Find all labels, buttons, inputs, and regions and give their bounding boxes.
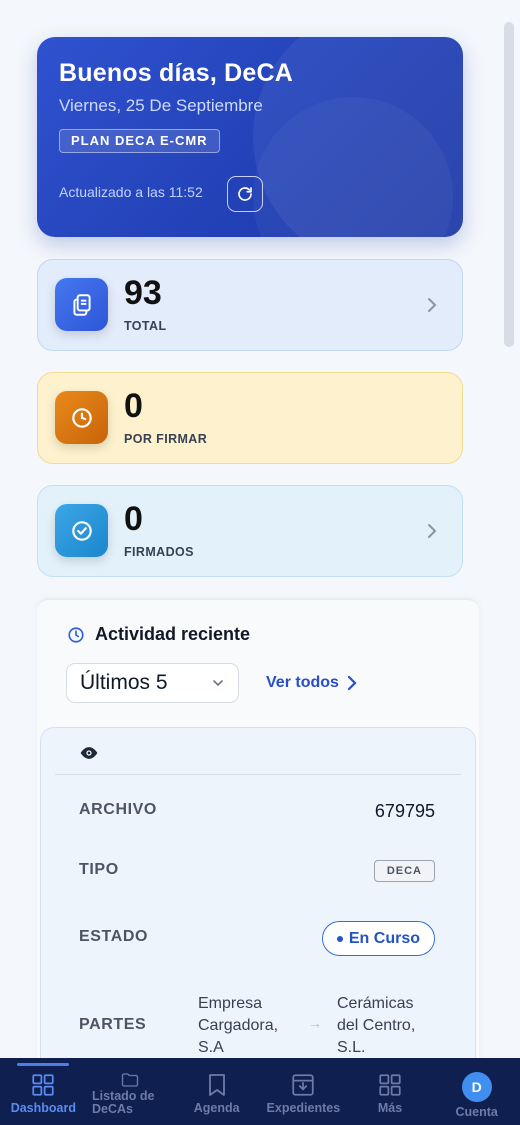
- divider: [55, 774, 461, 775]
- arrow-right-icon: →: [308, 1015, 322, 1031]
- estado-label: ESTADO: [79, 928, 149, 945]
- greeting-title: Buenos días, DeCA: [59, 59, 294, 87]
- nav-expedientes[interactable]: Expedientes: [260, 1058, 347, 1125]
- view-all-label: Ver todos: [266, 674, 339, 691]
- refresh-icon: [238, 187, 252, 201]
- stat-value: 0: [124, 500, 143, 538]
- scrollbar-thumb[interactable]: [504, 22, 514, 347]
- refresh-button[interactable]: [227, 176, 263, 212]
- chevron-right-icon: [347, 675, 357, 691]
- active-indicator: [17, 1063, 70, 1066]
- status-text: En Curso: [348, 929, 420, 947]
- view-all-link[interactable]: Ver todos: [266, 674, 357, 692]
- archive-icon: [292, 1074, 314, 1096]
- stat-value: 93: [124, 274, 162, 312]
- nav-label: Agenda: [193, 1101, 240, 1115]
- activity-header: Actividad reciente: [67, 624, 250, 645]
- select-value: Últimos 5: [80, 671, 168, 694]
- nav-label: Expedientes: [266, 1101, 341, 1115]
- tipo-badge: DECA: [373, 860, 435, 882]
- nav-cuenta[interactable]: D Cuenta: [433, 1058, 520, 1125]
- nav-label: Listado de DeCAs: [92, 1089, 155, 1116]
- nav-listado[interactable]: Listado de DeCAs: [87, 1058, 174, 1125]
- archivo-value: 679795: [374, 801, 435, 821]
- party-to: Cerámicas del Centro, S.L.: [337, 995, 416, 1056]
- status-dot: [336, 935, 343, 942]
- scrollbar[interactable]: [504, 22, 514, 1052]
- clock-icon: [55, 391, 108, 444]
- activity-record-card[interactable]: ARCHIVO 679795 TIPO DECA ESTADO En Curso…: [40, 727, 476, 1072]
- nav-label: Cuenta: [455, 1105, 498, 1119]
- greeting-date: Viernes, 25 De Septiembre: [59, 96, 263, 115]
- documents-icon: [55, 278, 108, 331]
- stat-label: POR FIRMAR: [124, 432, 208, 446]
- recent-activity-panel: Actividad reciente Últimos 5 Ver todos A…: [37, 598, 479, 1072]
- stat-card-total[interactable]: 93 TOTAL: [37, 259, 463, 351]
- eye-icon[interactable]: [79, 746, 99, 760]
- partes-label: PARTES: [79, 1016, 147, 1033]
- stat-label: FIRMADOS: [124, 545, 194, 559]
- archivo-label: ARCHIVO: [79, 801, 157, 818]
- plan-badge: PLAN DECA E-CMR: [59, 129, 220, 153]
- chevron-right-icon: [424, 519, 440, 543]
- stat-card-firmados[interactable]: 0 FIRMADOS: [37, 485, 463, 577]
- nav-agenda[interactable]: Agenda: [173, 1058, 260, 1125]
- grid-icon: [32, 1074, 54, 1096]
- last-updated-text: Actualizado a las 11:52: [59, 184, 203, 200]
- tipo-label: TIPO: [79, 861, 119, 878]
- nav-label: Dashboard: [10, 1101, 76, 1115]
- nav-mas[interactable]: Más: [347, 1058, 434, 1125]
- stat-label: TOTAL: [124, 319, 167, 333]
- activity-title: Actividad reciente: [95, 624, 251, 644]
- greeting-card: Buenos días, DeCA Viernes, 25 De Septiem…: [37, 37, 463, 237]
- stat-card-por-firmar[interactable]: 0 POR FIRMAR: [37, 372, 463, 464]
- bookmark-icon: [208, 1074, 225, 1096]
- stat-value: 0: [124, 387, 143, 425]
- nav-label: Más: [377, 1101, 403, 1115]
- check-circle-icon: [55, 504, 108, 557]
- activity-filter-select[interactable]: Últimos 5: [66, 663, 239, 703]
- chevron-right-icon: [424, 293, 440, 317]
- avatar: D: [461, 1072, 492, 1102]
- status-badge: En Curso: [321, 921, 435, 956]
- party-from: Empresa Cargadora, S.A: [198, 995, 279, 1056]
- clock-icon: [68, 626, 84, 643]
- nav-dashboard[interactable]: Dashboard: [0, 1058, 87, 1125]
- chevron-down-icon: [213, 680, 223, 687]
- folder-icon: [121, 1073, 139, 1087]
- bottom-navigation: Dashboard Listado de DeCAs Agenda Expedi…: [0, 1058, 520, 1125]
- grid-icon: [379, 1074, 401, 1096]
